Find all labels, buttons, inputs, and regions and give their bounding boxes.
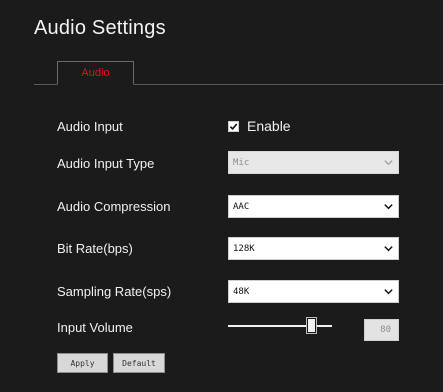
sampling-rate-select[interactable]: 48K [228,280,399,303]
checkmark-icon [229,123,238,131]
apply-button[interactable]: Apply [57,353,108,373]
bit-rate-value: 128K [233,243,255,254]
audio-compression-select[interactable]: AAC [228,195,399,218]
sampling-rate-value: 48K [233,286,250,297]
audio-input-checkbox[interactable] [228,121,239,132]
chevron-down-icon [384,289,393,295]
audio-compression-label: Audio Compression [57,199,171,214]
input-volume-value[interactable]: 80 [364,319,399,341]
audio-input-label: Audio Input [57,119,123,134]
tab-audio[interactable]: Audio [57,61,134,85]
audio-input-type-select[interactable]: Mic [228,151,399,174]
audio-input-type-value: Mic [233,157,250,168]
page-title: Audio Settings [34,17,166,39]
input-volume-slider-thumb[interactable] [305,317,317,334]
input-volume-label: Input Volume [57,320,133,335]
chevron-down-icon [384,246,393,252]
audio-input-type-label: Audio Input Type [57,156,155,171]
audio-input-enable-label: Enable [247,118,291,134]
bit-rate-select[interactable]: 128K [228,237,399,260]
bit-rate-label: Bit Rate(bps) [57,241,133,256]
chevron-down-icon [384,204,393,210]
sampling-rate-label: Sampling Rate(sps) [57,284,172,299]
input-volume-slider-track[interactable] [228,325,332,327]
default-button[interactable]: Default [113,353,165,373]
audio-compression-value: AAC [233,201,250,212]
chevron-down-icon [384,160,393,166]
